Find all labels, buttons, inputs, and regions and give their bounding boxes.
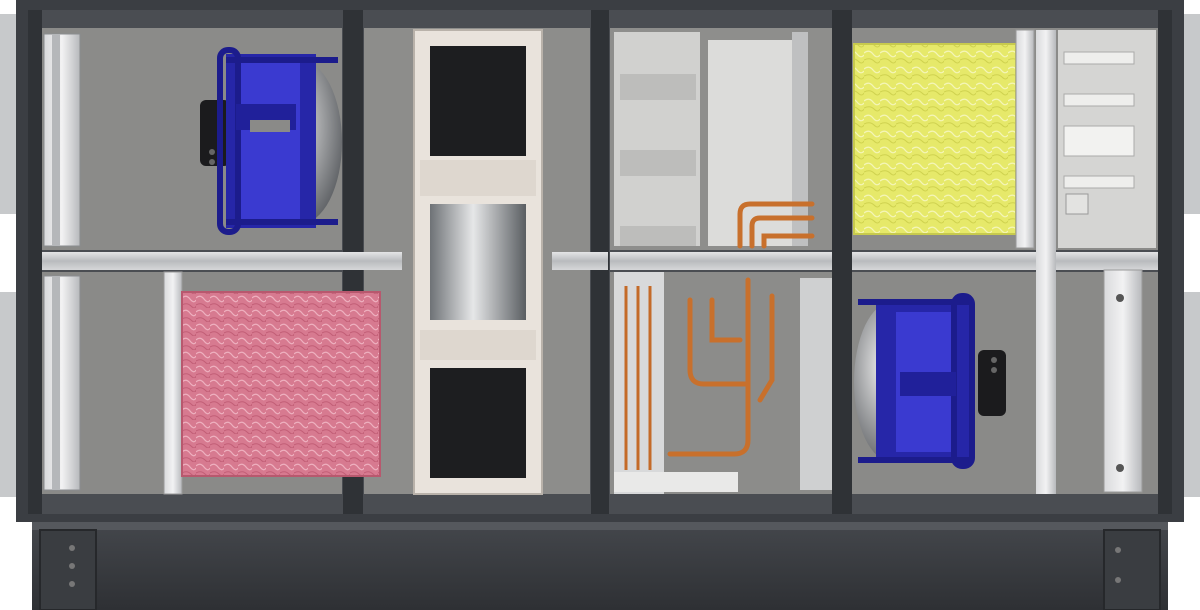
yellow-filter xyxy=(853,29,1035,249)
pink-filter xyxy=(163,271,381,495)
heat-recovery-section xyxy=(413,29,543,495)
mid-rails xyxy=(42,252,1158,270)
control-panels-top xyxy=(614,32,808,246)
base-frame xyxy=(32,522,1168,610)
air-handling-unit-illustration xyxy=(0,0,1200,610)
extract-fan-top-left xyxy=(200,47,342,235)
